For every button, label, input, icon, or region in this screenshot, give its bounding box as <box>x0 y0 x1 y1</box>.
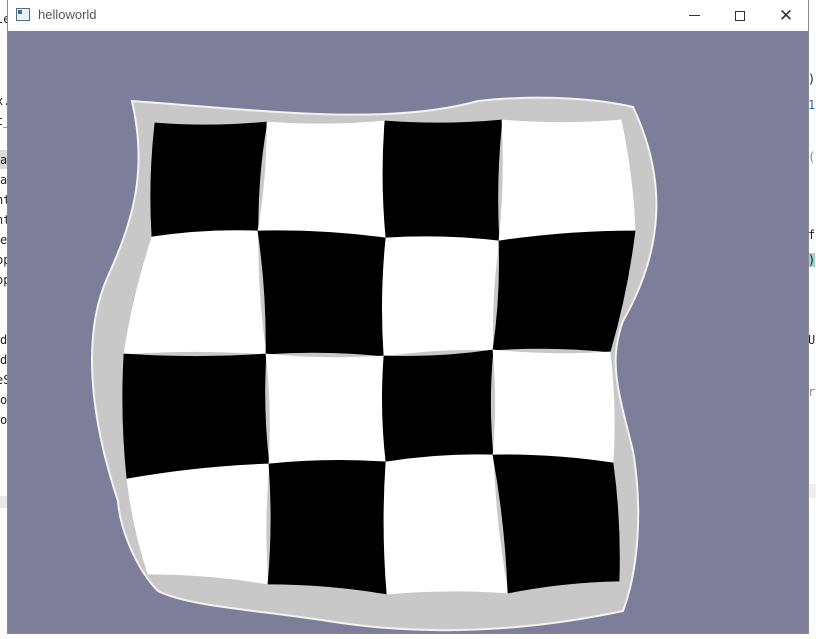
code-fragment: ( <box>808 150 816 164</box>
minimize-button[interactable] <box>671 0 717 31</box>
dark-square <box>492 230 636 353</box>
code-fragment: o <box>0 413 8 427</box>
minimize-icon <box>688 15 700 16</box>
dark-square <box>492 454 620 594</box>
dark-square <box>257 230 388 357</box>
light-square <box>383 454 509 595</box>
window-title: helloworld <box>38 7 97 22</box>
light-square <box>382 236 500 357</box>
render-viewport[interactable] <box>8 31 808 633</box>
light-square <box>126 463 270 585</box>
background-scrollbar <box>0 496 8 508</box>
light-square <box>257 120 389 239</box>
maximize-icon <box>735 10 745 21</box>
background-editor-right: ) 1 ( f ) U r <box>808 0 816 639</box>
code-fragment: 1 <box>808 98 816 112</box>
code-fragment: r <box>808 385 816 399</box>
app-window-icon <box>16 8 30 21</box>
code-fragment: a <box>0 173 8 187</box>
code-fragment: ) <box>808 72 816 86</box>
code-fragment: f <box>808 228 816 242</box>
close-icon: ✕ <box>778 6 794 25</box>
code-fragment: U <box>808 333 816 347</box>
code-fragment: ) <box>808 253 816 267</box>
close-button[interactable]: ✕ <box>763 0 809 31</box>
dark-square <box>122 353 270 480</box>
light-square <box>492 349 615 464</box>
app-window: helloworld ✕ <box>8 0 808 633</box>
code-fragment: a <box>0 153 8 167</box>
light-square <box>265 353 388 466</box>
dark-square <box>150 121 268 238</box>
title-bar[interactable]: helloworld ✕ <box>8 0 808 31</box>
code-fragment: o <box>0 393 8 407</box>
maximize-button[interactable] <box>717 0 763 31</box>
light-square <box>498 119 636 242</box>
dark-square <box>267 460 390 595</box>
code-fragment: d <box>0 353 8 367</box>
dark-square <box>382 349 494 463</box>
code-fragment: e <box>0 233 8 247</box>
background-editor-left: le x.p t_ a a nt nt e op op d d eS o o <box>0 0 18 639</box>
warped-checkerboard <box>90 96 658 632</box>
background-scrollbar <box>808 484 816 498</box>
code-fragment: d <box>0 333 8 347</box>
dark-square <box>382 119 503 243</box>
